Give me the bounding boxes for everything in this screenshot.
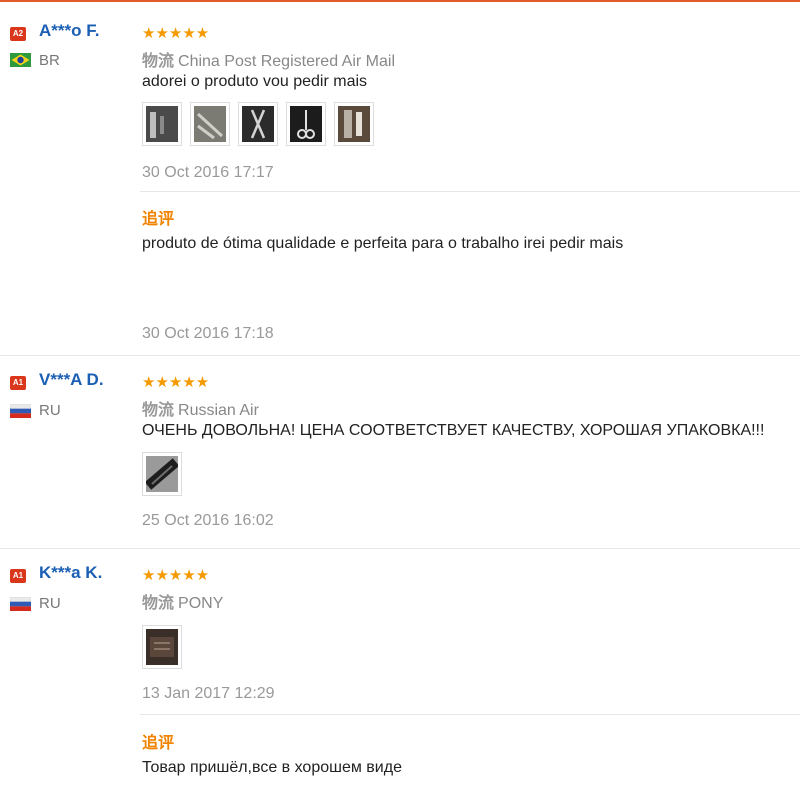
review-photo-thumbnail[interactable] <box>190 102 230 146</box>
review-text: adorei o produto vou pedir mais <box>142 73 368 90</box>
review-photos <box>142 625 190 671</box>
review-date: 25 Oct 2016 16:02 <box>142 512 274 529</box>
followup-label: 追评 <box>142 733 175 752</box>
followup-text: produto de ótima qualidade e perfeita pa… <box>142 235 624 252</box>
buyer-level-badge: A2 <box>10 27 26 41</box>
review-photo-thumbnail[interactable] <box>142 452 182 496</box>
shipping-method: Russian Air <box>178 402 259 419</box>
review-date: 13 Jan 2017 12:29 <box>142 685 275 702</box>
divider <box>0 355 800 356</box>
shipping-method: PONY <box>178 595 224 612</box>
russia-flag-icon <box>10 597 31 611</box>
buyer-level-badge: A1 <box>10 569 26 583</box>
review-photo-thumbnail[interactable] <box>142 625 182 669</box>
buyer-level-badge: A1 <box>10 376 26 390</box>
shipping-info: 物流 PONY <box>142 589 223 613</box>
shipping-label: 物流 <box>142 402 175 419</box>
shipping-info: 物流 Russian Air <box>142 396 259 420</box>
review-photos <box>142 102 382 148</box>
buyer-name: V***A D. <box>39 370 104 389</box>
brazil-flag-icon <box>10 53 31 67</box>
russia-flag-icon <box>10 404 31 418</box>
buyer-name: K***a K. <box>39 563 103 582</box>
review-photo-thumbnail[interactable] <box>334 102 374 146</box>
buyer-country: RU <box>39 402 61 419</box>
shipping-method: China Post Registered Air Mail <box>178 53 395 70</box>
rating-stars: ★★★★★ <box>142 566 210 584</box>
divider <box>0 548 800 549</box>
rating-stars: ★★★★★ <box>142 373 210 391</box>
review-date: 30 Oct 2016 17:17 <box>142 164 274 181</box>
followup-label: 追评 <box>142 209 175 228</box>
review-photo-thumbnail[interactable] <box>142 102 182 146</box>
review-photo-thumbnail[interactable] <box>286 102 326 146</box>
top-border <box>0 0 800 2</box>
divider <box>140 191 800 192</box>
review-photo-thumbnail[interactable] <box>238 102 278 146</box>
divider <box>140 714 800 715</box>
buyer-country: BR <box>39 52 60 69</box>
followup-date: 30 Oct 2016 17:18 <box>142 325 274 342</box>
shipping-label: 物流 <box>142 53 175 70</box>
shipping-label: 物流 <box>142 595 175 612</box>
rating-stars: ★★★★★ <box>142 24 210 42</box>
review-text: ОЧЕНЬ ДОВОЛЬНА! ЦЕНА СООТВЕТСТВУЕТ КАЧЕС… <box>142 422 765 439</box>
followup-text: Товар пришёл,все в хорошем виде <box>142 759 402 776</box>
buyer-country: RU <box>39 595 61 612</box>
review-photos <box>142 452 190 498</box>
buyer-name: A***o F. <box>39 21 100 40</box>
shipping-info: 物流 China Post Registered Air Mail <box>142 47 395 71</box>
